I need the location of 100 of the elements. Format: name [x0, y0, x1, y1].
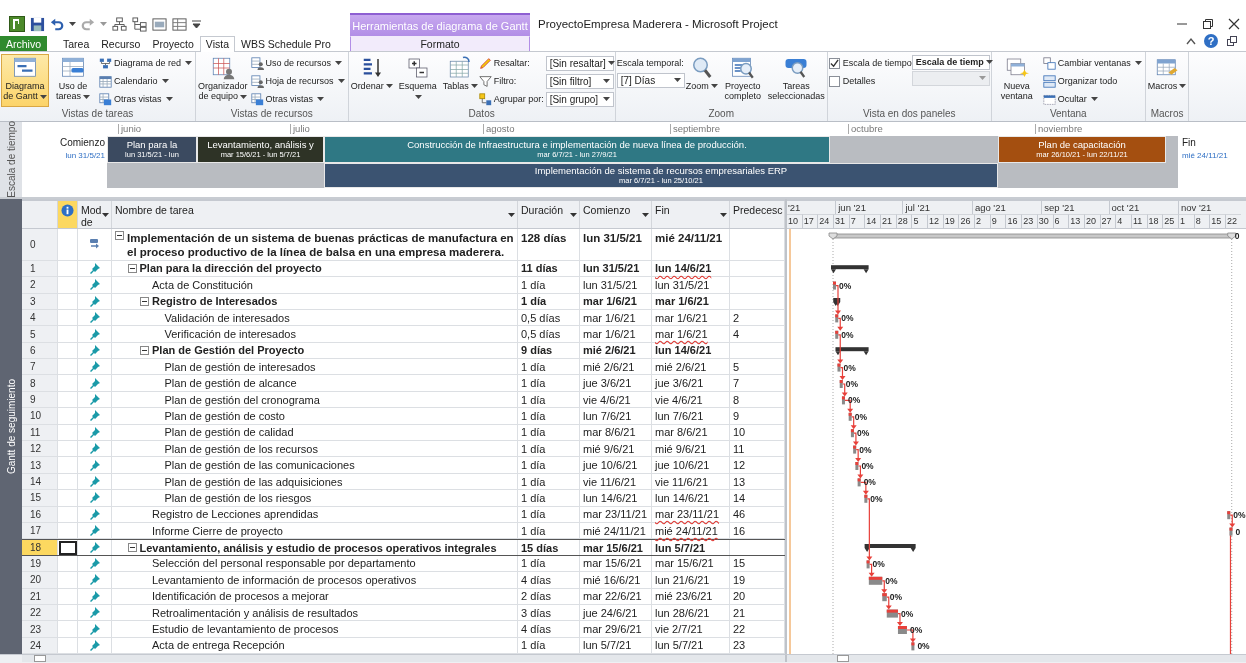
summary-bar[interactable] [831, 264, 869, 273]
task-bar[interactable] [911, 642, 915, 651]
summary-bar[interactable] [835, 346, 869, 355]
ribbon-button[interactable]: Proyecto completo [718, 53, 767, 107]
redo-icon[interactable] [81, 17, 95, 31]
row-number[interactable]: 23 [22, 621, 58, 637]
dropdown-field[interactable]: Escala de tiemp [911, 54, 990, 70]
ribbon-button[interactable]: Calendario [97, 72, 195, 90]
scrollbar[interactable] [785, 655, 1246, 663]
row-number[interactable]: 2 [22, 277, 58, 293]
ribbon-button[interactable]: Macros [1146, 53, 1188, 107]
summary-bar[interactable] [864, 543, 916, 552]
caret-icon[interactable] [642, 212, 649, 217]
collapse-ribbon-icon[interactable] [1186, 37, 1196, 45]
task-bar[interactable] [855, 461, 859, 470]
dropdown-field[interactable]: [Sin filtro] [545, 73, 614, 89]
close-icon[interactable] [1228, 18, 1240, 30]
ribbon-tab[interactable]: Proyecto [146, 36, 200, 51]
task-bar[interactable] [835, 330, 839, 339]
row-number[interactable]: 13 [22, 457, 58, 473]
ribbon-tab[interactable]: Recurso [95, 36, 147, 51]
collapse-toggle[interactable] [127, 543, 137, 553]
ribbon-button[interactable]: Nueva ventana [992, 53, 1041, 107]
task-bar[interactable] [853, 445, 857, 454]
customize-icon[interactable] [192, 19, 201, 29]
column-header[interactable]: Fin [652, 200, 730, 228]
caret-icon[interactable] [570, 212, 577, 217]
undo-icon[interactable] [50, 17, 64, 31]
ribbon-button[interactable]: Diagrama de red [97, 54, 195, 72]
collapse-toggle[interactable] [127, 263, 137, 273]
ribbon-button[interactable]: Ordenar [349, 53, 394, 107]
row-number[interactable]: 10 [22, 408, 58, 424]
ribbon-tab[interactable]: Formato [350, 36, 530, 51]
ribbon-tab[interactable]: Archivo [0, 36, 47, 51]
collapse-toggle[interactable] [115, 230, 124, 240]
summary-bar[interactable] [833, 297, 841, 306]
ribbon-button[interactable]: Organizador de equipo [197, 53, 249, 107]
task-bar[interactable] [857, 478, 861, 487]
table-icon[interactable] [172, 16, 187, 32]
scrollbar[interactable] [22, 655, 785, 663]
column-header[interactable]: Duración [518, 200, 580, 228]
column-header[interactable]: Comienzo [580, 200, 652, 228]
row-number[interactable]: 5 [22, 326, 58, 342]
org-chart-icon[interactable] [112, 16, 127, 32]
table-icon[interactable] [152, 16, 167, 32]
ribbon-button[interactable]: Otras vistas [248, 90, 347, 108]
ribbon-button[interactable]: Esquema [393, 53, 442, 107]
row-number[interactable]: 20 [22, 572, 58, 588]
app-logo-icon[interactable] [9, 16, 25, 32]
ribbon-button[interactable]: Hoja de recursos [248, 72, 347, 90]
ribbon-tab[interactable]: WBS Schedule Pro [235, 36, 337, 51]
row-number[interactable]: 0 [22, 228, 58, 260]
collapse-toggle[interactable] [140, 296, 149, 306]
task-bar[interactable] [864, 494, 868, 503]
help-button[interactable]: ? [1204, 34, 1218, 48]
row-number[interactable]: 7 [22, 359, 58, 375]
row-number[interactable]: 12 [22, 441, 58, 457]
task-bar[interactable] [886, 609, 898, 618]
task-bar[interactable] [850, 428, 854, 437]
dropdown-field[interactable]: [Sin resaltar] [545, 55, 614, 71]
ribbon-button[interactable]: Otras vistas [97, 90, 195, 108]
task-bar[interactable] [839, 379, 843, 388]
restore-icon[interactable] [1202, 18, 1214, 30]
task-bar[interactable] [835, 314, 839, 323]
task-bar[interactable] [1227, 510, 1231, 519]
dropdown-field[interactable]: [Sin grupo] [545, 91, 614, 107]
row-number[interactable]: 15 [22, 490, 58, 506]
caret-icon[interactable] [508, 212, 515, 217]
ribbon-button[interactable]: Cambiar ventanas [1040, 54, 1144, 72]
ribbon-button[interactable]: Zoom [684, 53, 719, 107]
caret-icon[interactable] [720, 212, 727, 217]
task-bar[interactable] [848, 412, 852, 421]
collapse-toggle[interactable] [140, 345, 149, 355]
ribbon-button[interactable]: Ocultar [1040, 90, 1144, 108]
restore-icon[interactable] [1226, 35, 1238, 47]
ribbon-button[interactable]: Organizar todo [1040, 72, 1144, 90]
project-summary-bar[interactable] [828, 232, 1237, 240]
tree-icon[interactable] [132, 16, 147, 32]
task-bar[interactable] [897, 625, 907, 634]
row-number[interactable]: 18 [22, 540, 58, 555]
ribbon-button[interactable]: Tablas [441, 53, 479, 107]
column-header[interactable]: Nombre de tarea [112, 200, 518, 228]
ribbon-button[interactable]: Tareas seleccionadas [766, 53, 826, 107]
ribbon-button[interactable]: Diagrama de Gantt [1, 53, 49, 107]
ribbon-tab[interactable]: Vista [199, 36, 235, 52]
task-bar[interactable] [1229, 527, 1233, 536]
checkbox[interactable] [828, 75, 840, 87]
task-bar[interactable] [866, 560, 870, 569]
task-bar[interactable] [837, 363, 841, 372]
task-bar[interactable] [868, 576, 883, 585]
task-bar[interactable] [841, 396, 845, 405]
save-icon[interactable] [30, 16, 45, 32]
ribbon-button[interactable]: Uso de recursos [248, 54, 347, 72]
column-header[interactable]: Mod de [78, 200, 112, 228]
ribbon-tab[interactable]: Tarea [57, 36, 96, 51]
caret-icon[interactable] [69, 22, 76, 26]
caret-icon[interactable] [102, 212, 109, 217]
row-number[interactable]: 8 [22, 375, 58, 391]
task-bar[interactable] [833, 281, 836, 290]
task-bar[interactable] [882, 592, 887, 601]
